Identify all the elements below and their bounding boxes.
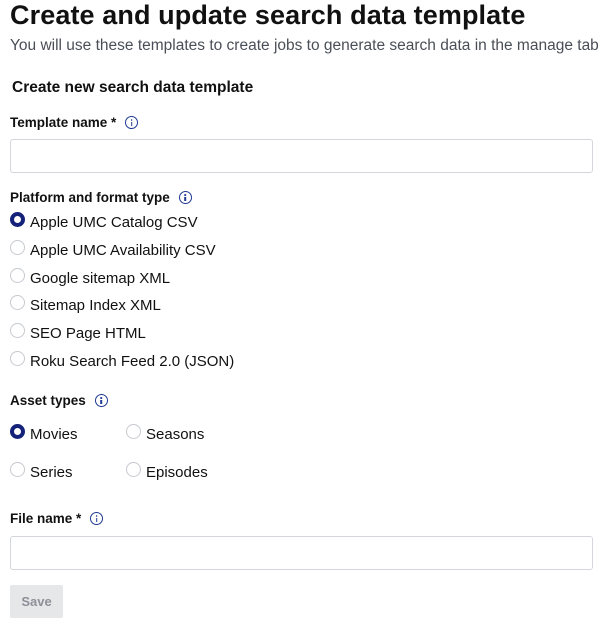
platform-option-seo-page[interactable]: SEO Page HTML: [10, 323, 146, 342]
info-icon[interactable]: [94, 394, 108, 407]
platform-option-label: Google sitemap XML: [30, 270, 171, 287]
save-button[interactable]: Save: [10, 585, 63, 618]
platform-option-google-sitemap[interactable]: Google sitemap XML: [10, 268, 171, 287]
info-icon[interactable]: [90, 512, 104, 525]
asset-type-label: Movies: [30, 426, 78, 443]
template-name-label: Template name *: [10, 115, 139, 130]
platform-option-label: Roku Search Feed 2.0 (JSON): [30, 353, 235, 370]
info-icon[interactable]: [178, 191, 192, 204]
radio-button[interactable]: [10, 323, 25, 338]
radio-button-checked[interactable]: [10, 212, 25, 227]
asset-type-episodes[interactable]: Episodes: [126, 462, 208, 481]
radio-button[interactable]: [126, 462, 141, 477]
platform-option-label: SEO Page HTML: [30, 325, 146, 342]
platform-option-label: Apple UMC Availability CSV: [30, 242, 216, 259]
file-name-input[interactable]: [10, 536, 593, 570]
radio-button-checked[interactable]: [10, 424, 25, 439]
radio-button[interactable]: [10, 462, 25, 477]
platform-option-label: Apple UMC Catalog CSV: [30, 214, 198, 231]
platform-label-text: Platform and format type: [10, 190, 170, 205]
page-subtitle: You will use these templates to create j…: [10, 37, 600, 54]
radio-button[interactable]: [126, 424, 141, 439]
page-title: Create and update search data template: [10, 0, 526, 30]
section-title: Create new search data template: [12, 79, 254, 96]
asset-types-label-text: Asset types: [10, 393, 86, 408]
platform-option-apple-umc-catalog[interactable]: Apple UMC Catalog CSV: [10, 212, 198, 231]
platform-option-apple-umc-availability[interactable]: Apple UMC Availability CSV: [10, 240, 216, 259]
platform-label: Platform and format type: [10, 190, 192, 205]
asset-type-seasons[interactable]: Seasons: [126, 424, 205, 443]
asset-type-label: Series: [30, 464, 73, 481]
platform-option-label: Sitemap Index XML: [30, 297, 161, 314]
file-name-label-text: File name *: [10, 511, 82, 526]
asset-type-label: Seasons: [146, 426, 205, 443]
asset-type-movies[interactable]: Movies: [10, 424, 78, 443]
asset-type-series[interactable]: Series: [10, 462, 73, 481]
radio-button[interactable]: [10, 240, 25, 255]
asset-type-label: Episodes: [146, 464, 208, 481]
file-name-label: File name *: [10, 511, 104, 526]
platform-option-sitemap-index[interactable]: Sitemap Index XML: [10, 295, 161, 314]
radio-button[interactable]: [10, 295, 25, 310]
info-icon[interactable]: [125, 116, 139, 129]
template-name-label-text: Template name *: [10, 115, 117, 130]
asset-types-label: Asset types: [10, 393, 108, 408]
radio-button[interactable]: [10, 268, 25, 283]
template-name-input[interactable]: [10, 139, 593, 173]
radio-button[interactable]: [10, 351, 25, 366]
platform-option-roku-search-feed[interactable]: Roku Search Feed 2.0 (JSON): [10, 351, 235, 370]
